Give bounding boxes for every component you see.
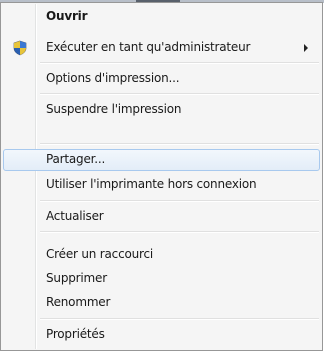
menu-item-use-printer-offline-label: Utiliser l'imprimante hors connexion xyxy=(46,177,257,191)
menu-item-run-as-admin[interactable]: Exécuter en tant qu'administrateur xyxy=(3,37,320,59)
menu-item-delete-label: Supprimer xyxy=(46,271,107,285)
menu-item-refresh-label: Actualiser xyxy=(46,209,104,223)
menu-item-pause-printing[interactable]: Suspendre l'impression xyxy=(3,99,320,121)
menu-item-open[interactable]: Ouvrir xyxy=(3,6,320,28)
menu-separator xyxy=(40,143,319,145)
menu-item-print-options-label: Options d'impression... xyxy=(46,71,180,85)
uac-shield-icon xyxy=(13,40,27,56)
menu-item-print-options[interactable]: Options d'impression... xyxy=(3,68,320,90)
menu-item-create-shortcut[interactable]: Créer un raccourci xyxy=(3,244,320,266)
context-menu: Ouvrir Exécuter en tant qu'administrateu… xyxy=(0,2,323,351)
menu-item-refresh[interactable]: Actualiser xyxy=(3,206,320,228)
menu-item-rename[interactable]: Renommer xyxy=(3,292,320,314)
menu-separator xyxy=(40,62,319,64)
menu-item-pause-printing-label: Suspendre l'impression xyxy=(46,102,182,116)
menu-item-rename-label: Renommer xyxy=(46,295,111,309)
menu-item-properties-label: Propriétés xyxy=(46,327,105,341)
menu-item-share-label: Partager... xyxy=(46,152,106,166)
menu-separator xyxy=(40,231,319,233)
menu-item-delete[interactable]: Supprimer xyxy=(3,268,320,290)
menu-item-properties[interactable]: Propriétés xyxy=(3,324,320,346)
menu-item-run-as-admin-label: Exécuter en tant qu'administrateur xyxy=(46,40,251,54)
submenu-arrow-icon xyxy=(304,44,308,52)
menu-separator xyxy=(40,318,319,320)
menu-item-open-label: Ouvrir xyxy=(46,9,88,23)
menu-item-use-printer-offline[interactable]: Utiliser l'imprimante hors connexion xyxy=(3,174,320,196)
menu-item-share[interactable]: Partager... xyxy=(3,149,320,171)
menu-separator xyxy=(40,93,319,95)
menu-item-create-shortcut-label: Créer un raccourci xyxy=(46,247,154,261)
menu-separator xyxy=(40,200,319,202)
